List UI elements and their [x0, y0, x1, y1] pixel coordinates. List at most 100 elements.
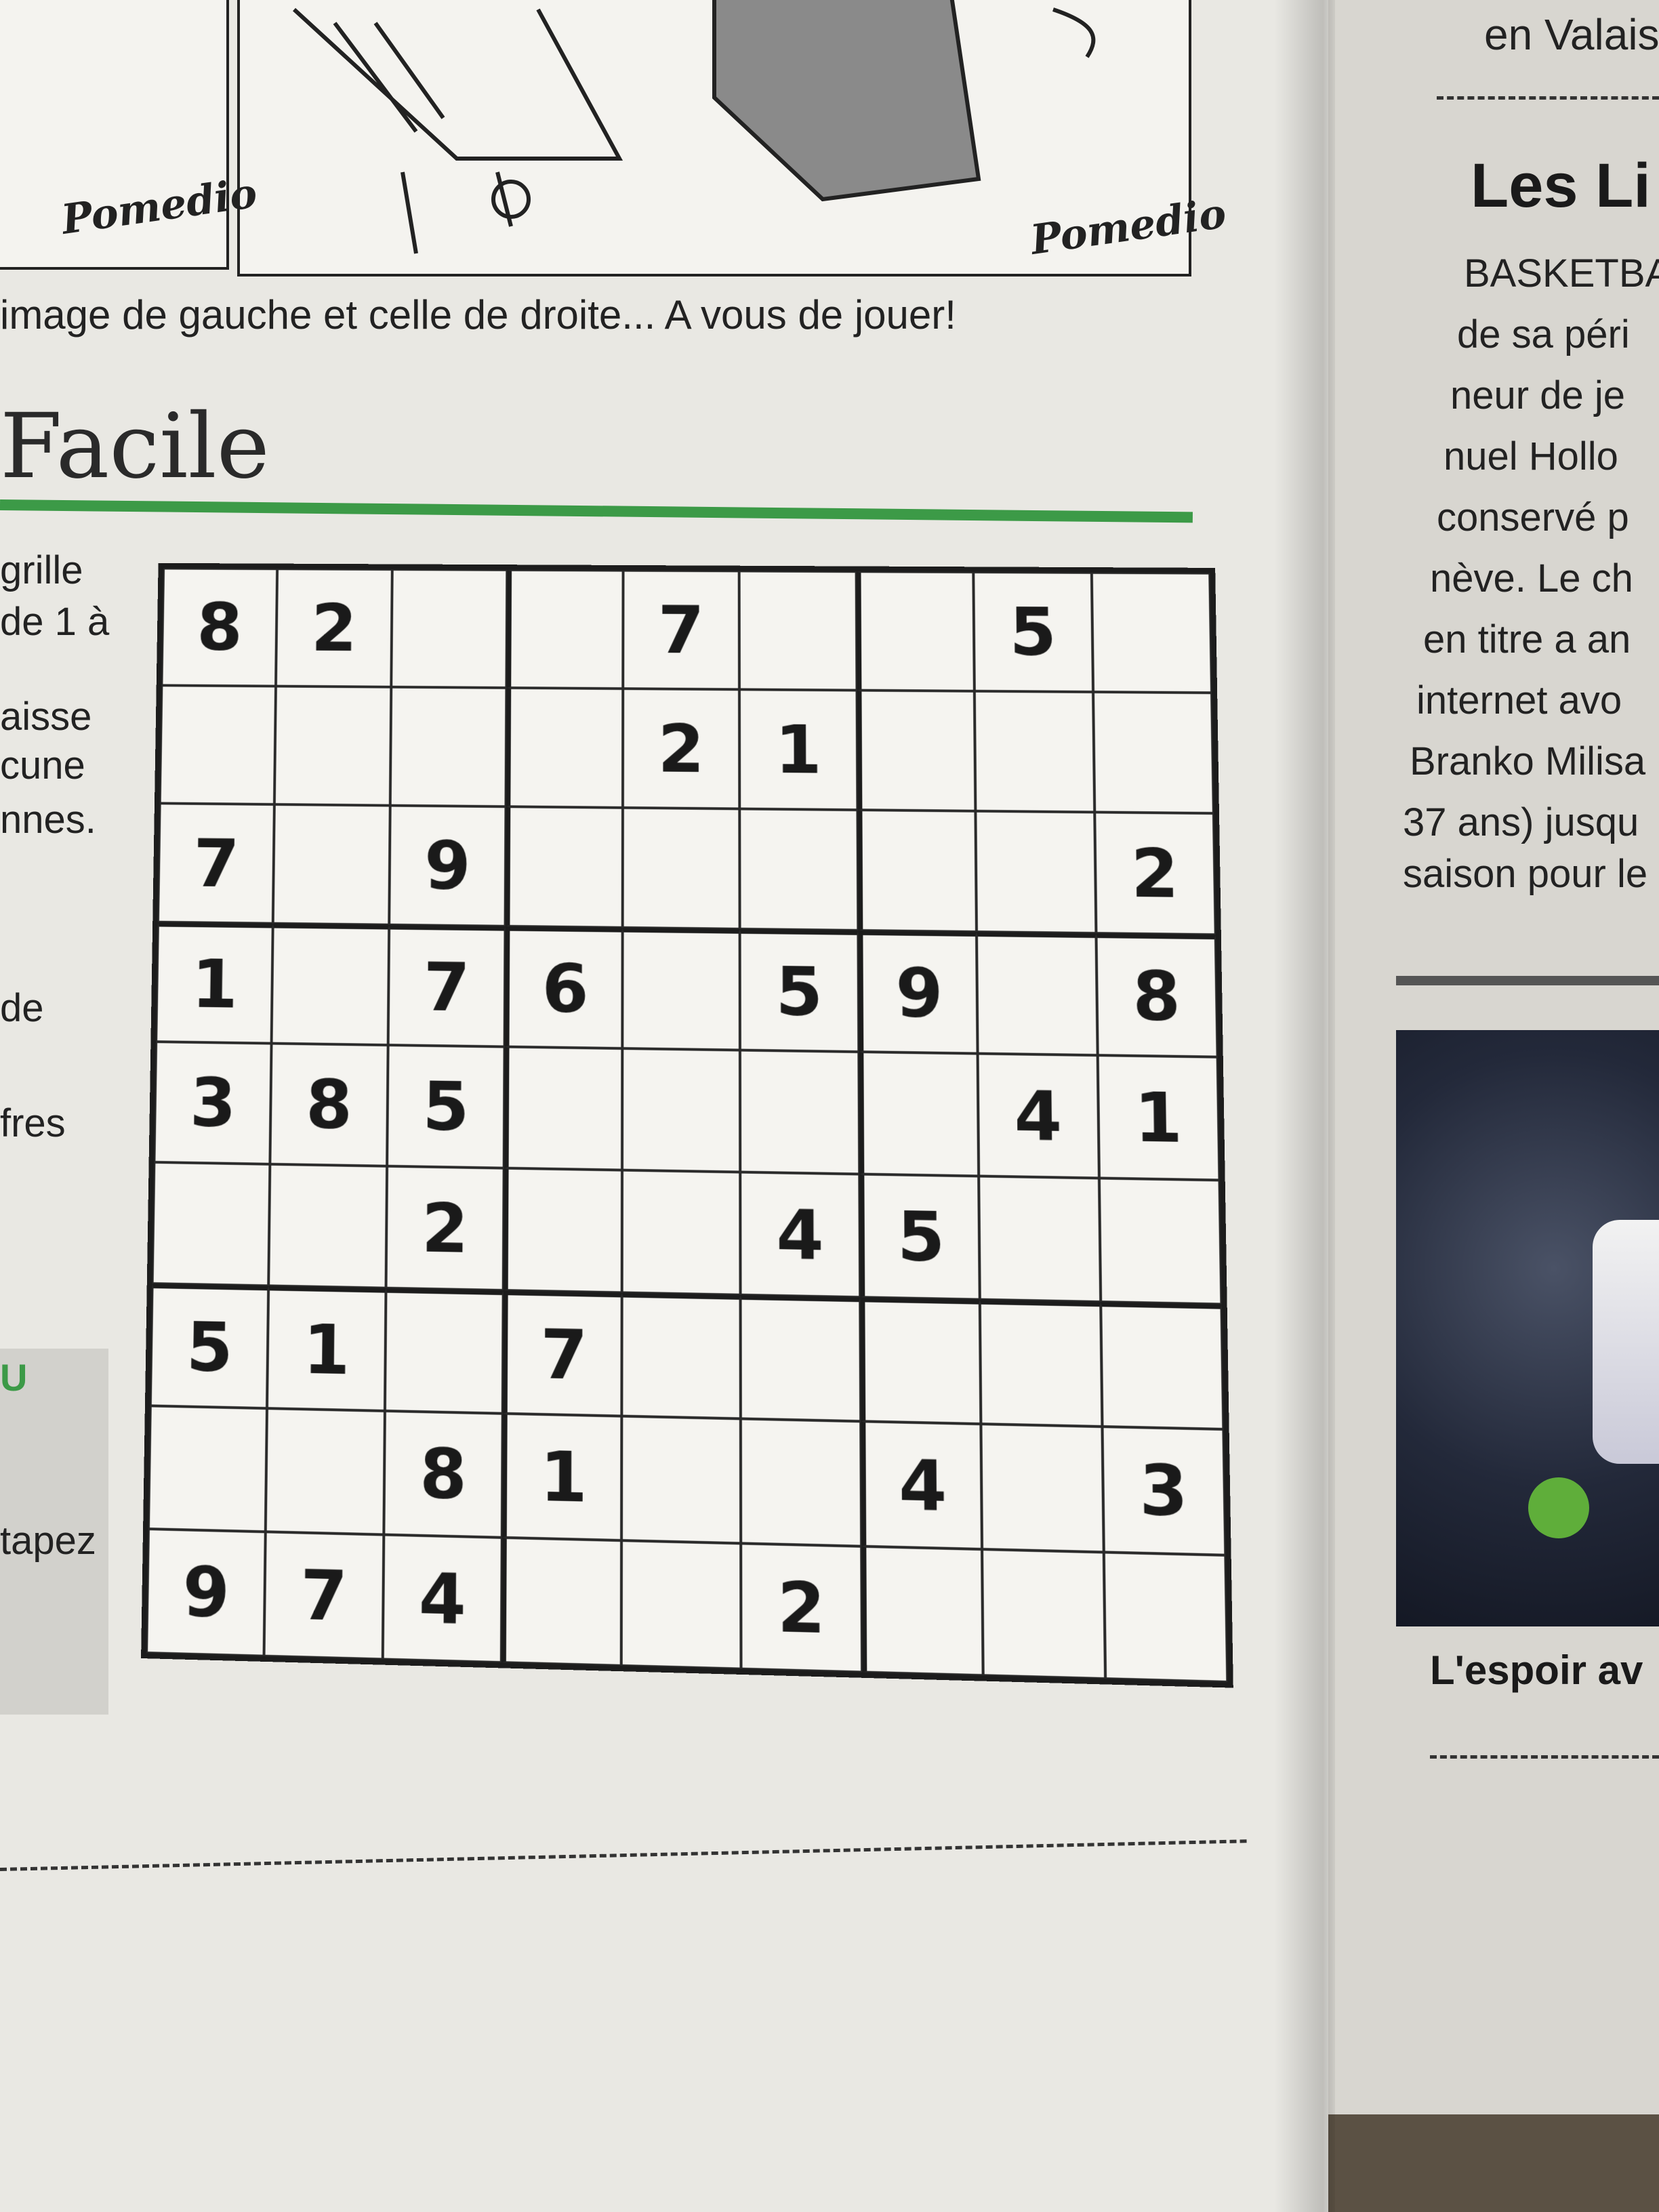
- info-box-title: U: [0, 1355, 27, 1399]
- sudoku-cell: 1: [267, 1286, 386, 1411]
- page-gutter: [1274, 0, 1335, 2212]
- sudoku-cell: 1: [1097, 1055, 1219, 1180]
- sudoku-cell: [506, 806, 623, 928]
- sudoku-cell: 2: [1094, 812, 1216, 935]
- skier-figure: [1593, 1220, 1659, 1464]
- sudoku-cell: [507, 570, 623, 689]
- sudoku-cell: [857, 810, 977, 932]
- sudoku-cell: 5: [740, 929, 859, 1052]
- right-dashed-divider: [1430, 1755, 1659, 1759]
- sudoku-cell: 4: [861, 1421, 982, 1549]
- sudoku-cell: 7: [623, 571, 739, 690]
- left-text-fragment: de: [0, 985, 44, 1031]
- right-dashed-divider: [1437, 96, 1659, 100]
- left-text-fragment: nnes.: [0, 797, 96, 842]
- sudoku-cell: 7: [158, 803, 274, 923]
- sudoku-cell: [152, 1162, 270, 1286]
- sudoku-cell: 7: [388, 925, 506, 1047]
- sudoku-cell: [977, 932, 1097, 1055]
- puzzle-difficulty-title: Facile: [0, 394, 270, 499]
- left-text-fragment: de 1 à: [0, 599, 109, 644]
- sudoku-cell: [504, 1047, 622, 1170]
- sudoku-cell: [856, 571, 975, 691]
- sudoku-cell: [741, 1418, 861, 1546]
- sudoku-cell: [1091, 573, 1212, 693]
- photo-caption: L'espoir av: [1430, 1647, 1643, 1694]
- right-body-line: neur de je: [1450, 373, 1625, 418]
- sudoku-cell: [269, 1164, 387, 1288]
- sudoku-cell: 8: [384, 1411, 503, 1538]
- sudoku-cell: [1101, 1302, 1224, 1429]
- sudoku-cell: [741, 1295, 861, 1421]
- left-text-fragment: cune: [0, 743, 85, 788]
- sudoku-cell: [621, 1170, 740, 1295]
- sudoku-cell: [274, 687, 391, 806]
- sudoku-cell: 2: [623, 689, 740, 808]
- sudoku-cell: [981, 1424, 1104, 1552]
- sudoku-cell: [621, 1416, 741, 1544]
- sudoku-cell: [272, 924, 389, 1045]
- sudoku-cell: [148, 1406, 267, 1532]
- sudoku-cell: 3: [1102, 1427, 1225, 1555]
- sudoku-cell: [622, 1048, 741, 1172]
- left-text-fragment: tapez: [0, 1518, 96, 1563]
- sudoku-cell: [1093, 692, 1214, 813]
- right-body-line: BASKETBA: [1464, 251, 1659, 296]
- sudoku-cell: 8: [161, 569, 277, 687]
- right-body-line: internet avo: [1416, 678, 1622, 723]
- sudoku-cell: 5: [859, 1174, 980, 1299]
- sudoku-cell: [860, 1297, 981, 1424]
- left-text-fragment: fres: [0, 1101, 66, 1146]
- right-body-line: 37 ans) jusqu: [1403, 800, 1639, 845]
- sudoku-cell: [739, 571, 857, 690]
- sudoku-cell: [857, 691, 975, 811]
- sudoku-cell: 2: [741, 1543, 861, 1672]
- sudoku-cell: [385, 1288, 504, 1414]
- sudoku-cell: 6: [505, 926, 622, 1048]
- right-body-line: en titre a an: [1423, 617, 1631, 662]
- sudoku-cell: 2: [276, 569, 392, 687]
- sudoku-cell: 4: [740, 1172, 859, 1298]
- sudoku-cell: [622, 928, 740, 1050]
- helmet-shape: [1528, 1477, 1589, 1538]
- sudoku-cell: 1: [739, 689, 857, 810]
- sudoku-cell: 8: [1096, 933, 1218, 1057]
- sudoku-cell: [622, 808, 739, 929]
- right-body-line: conservé p: [1437, 495, 1629, 540]
- sudoku-cell: [861, 1547, 983, 1676]
- sudoku-cell: 9: [858, 930, 978, 1054]
- sudoku-cell: 8: [270, 1044, 388, 1166]
- sudoku-cell: [506, 688, 623, 808]
- sudoku-cell: 4: [383, 1535, 502, 1663]
- sudoku-cell: 9: [146, 1529, 266, 1656]
- sudoku-cell: 1: [156, 922, 273, 1044]
- sudoku-cell: 4: [978, 1054, 1099, 1179]
- sudoku-cell: 9: [389, 806, 506, 926]
- right-body-line: Branko Milisa: [1410, 739, 1645, 784]
- right-top-text: en Valais: [1484, 9, 1659, 60]
- sudoku-cell: 7: [264, 1532, 384, 1659]
- sudoku-cell: [160, 685, 276, 804]
- sudoku-cell: [501, 1538, 621, 1666]
- sudoku-cell: [621, 1540, 741, 1669]
- sudoku-cell: [266, 1408, 385, 1534]
- sudoku-cell: [1099, 1178, 1221, 1304]
- right-body-line: nève. Le ch: [1430, 556, 1633, 601]
- right-body-line: nuel Hollo: [1443, 434, 1618, 479]
- sudoku-cell: 7: [503, 1290, 621, 1416]
- sudoku-cell: [273, 804, 390, 925]
- sudoku-cell: [982, 1549, 1105, 1679]
- sudoku-cell: [980, 1300, 1102, 1427]
- sudoku-cell: [621, 1292, 741, 1418]
- cartoon-caption: image de gauche et celle de droite... A …: [0, 291, 956, 338]
- right-headline: Les Li: [1471, 150, 1651, 222]
- sudoku-cell: [976, 811, 1096, 933]
- sudoku-cell: [739, 808, 858, 930]
- sudoku-cell: 2: [386, 1166, 504, 1290]
- sudoku-cell: 5: [150, 1284, 269, 1408]
- sudoku-cell: [391, 569, 507, 688]
- sudoku-cell: [504, 1168, 622, 1293]
- left-text-fragment: grille: [0, 548, 83, 593]
- sudoku-cell: [390, 687, 507, 806]
- sudoku-cell: 5: [387, 1045, 505, 1168]
